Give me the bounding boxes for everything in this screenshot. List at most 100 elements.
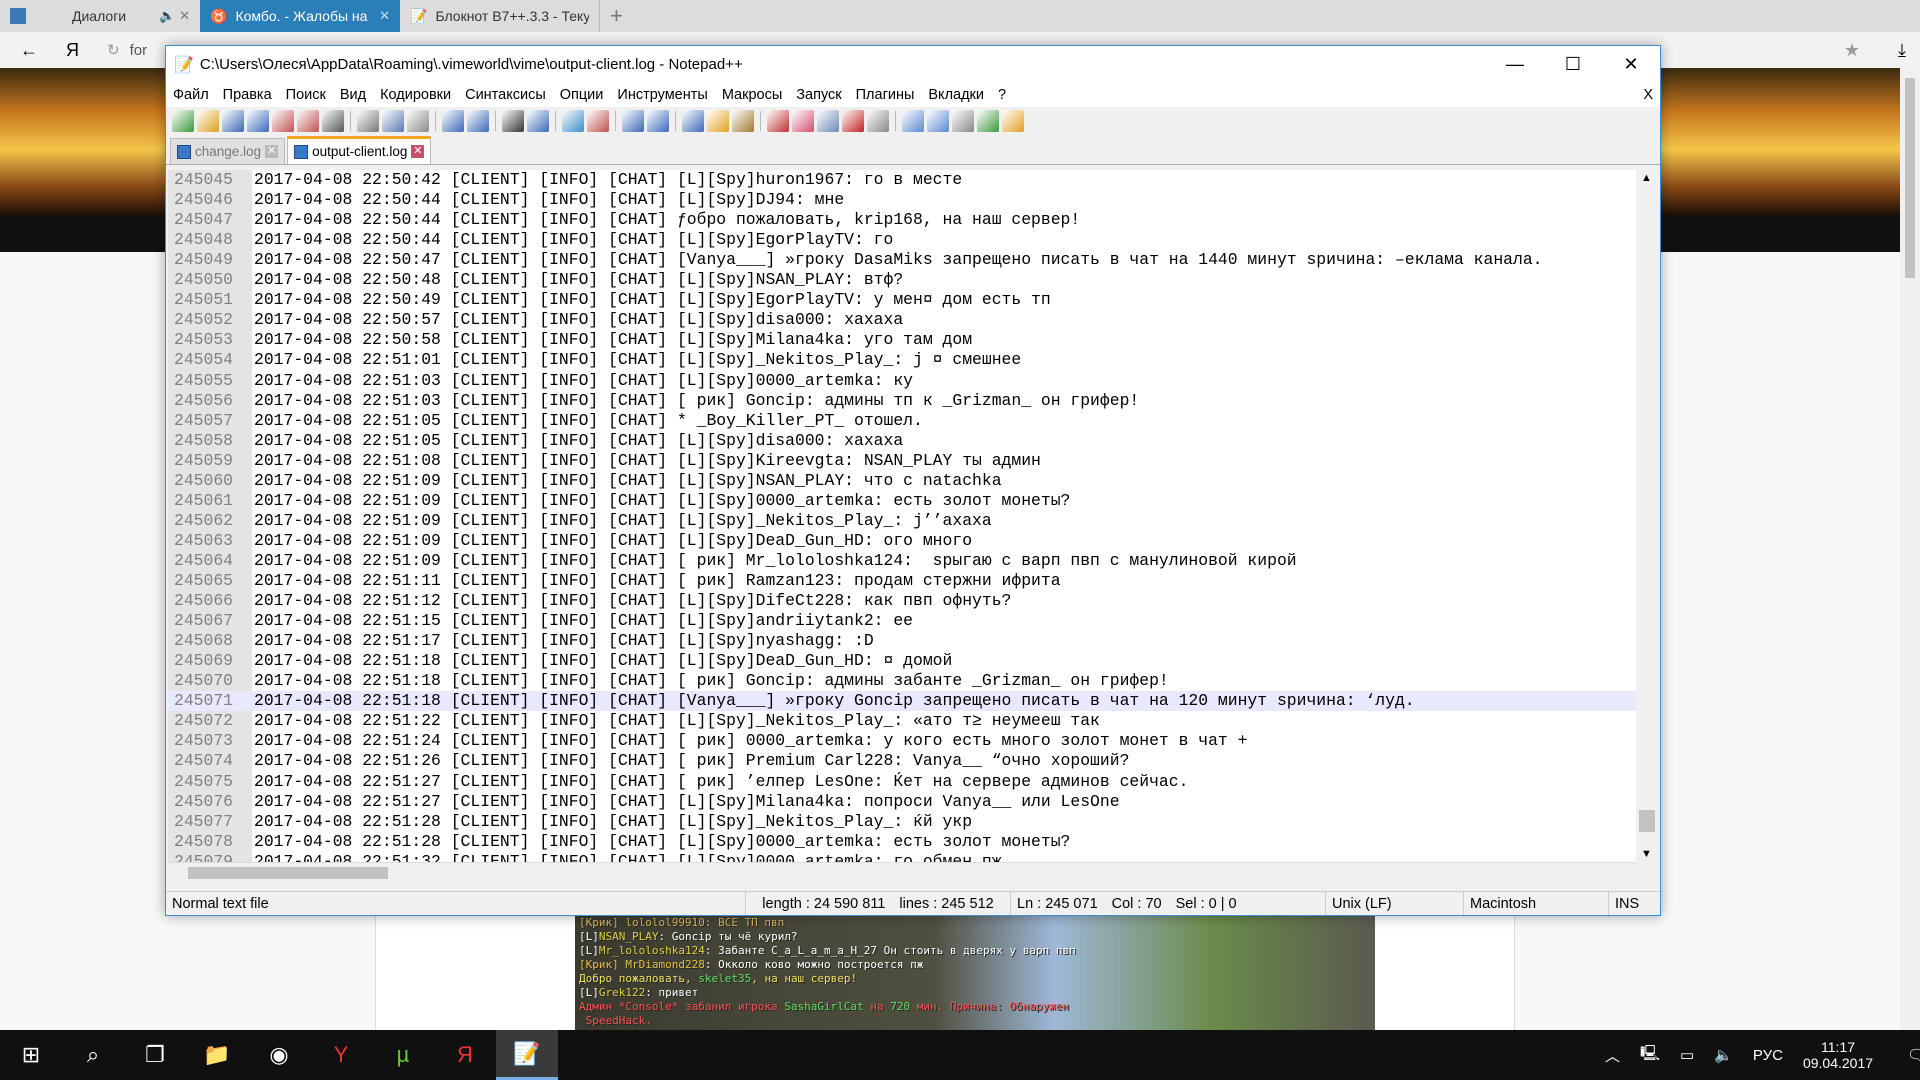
play-macro-icon[interactable] xyxy=(952,110,974,132)
search-icon[interactable]: ⌕ xyxy=(62,1030,124,1080)
text-line[interactable]: 245070 2017-04-08 22:51:18 [CLIENT] [INFO… xyxy=(168,671,1636,691)
horizontal-scrollbar[interactable] xyxy=(168,862,1636,882)
menu-item[interactable]: Кодировки xyxy=(373,87,458,103)
text-line[interactable]: 245068 2017-04-08 22:51:17 [CLIENT] [INFO… xyxy=(168,631,1636,651)
run-macro-multiple-icon[interactable] xyxy=(977,110,999,132)
clock[interactable]: 11:17 09.04.2017 xyxy=(1803,1039,1873,1071)
save-icon[interactable] xyxy=(222,110,244,132)
copy-icon[interactable] xyxy=(382,110,404,132)
text-line[interactable]: 245051 2017-04-08 22:50:49 [CLIENT] [INFO… xyxy=(168,290,1636,310)
text-line[interactable]: 245069 2017-04-08 22:51:18 [CLIENT] [INFO… xyxy=(168,651,1636,671)
monitor-icon[interactable] xyxy=(867,110,889,132)
doc-map-icon[interactable] xyxy=(792,110,814,132)
text-line[interactable]: 245064 2017-04-08 22:51:09 [CLIENT] [INFO… xyxy=(168,551,1636,571)
network-icon[interactable]: 🖳 xyxy=(1640,1043,1660,1068)
sidebar-button[interactable] xyxy=(0,0,40,32)
text-line[interactable]: 245045 2017-04-08 22:50:42 [CLIENT] [INFO… xyxy=(168,170,1636,190)
text-line[interactable]: 245073 2017-04-08 22:51:24 [CLIENT] [INFO… xyxy=(168,731,1636,751)
text-line[interactable]: 245047 2017-04-08 22:50:44 [CLIENT] [INFO… xyxy=(168,210,1636,230)
text-line[interactable]: 245063 2017-04-08 22:51:09 [CLIENT] [INFO… xyxy=(168,531,1636,551)
undo-icon[interactable] xyxy=(442,110,464,132)
close-button[interactable]: ✕ xyxy=(1602,46,1660,83)
redo-icon[interactable] xyxy=(467,110,489,132)
cut-icon[interactable] xyxy=(357,110,379,132)
yandex-icon[interactable]: Я xyxy=(434,1030,496,1080)
notifications-icon[interactable]: 🗨 xyxy=(1907,1046,1920,1064)
text-line[interactable]: 245048 2017-04-08 22:50:44 [CLIENT] [INFO… xyxy=(168,230,1636,250)
text-line[interactable]: 245067 2017-04-08 22:51:15 [CLIENT] [INFO… xyxy=(168,611,1636,631)
volume-icon[interactable]: 🔈 xyxy=(1714,1046,1733,1064)
start-icon[interactable]: ⊞ xyxy=(0,1030,62,1080)
new-file-icon[interactable] xyxy=(172,110,194,132)
show-all-chars-icon[interactable] xyxy=(707,110,729,132)
task-view-icon[interactable]: ❐ xyxy=(124,1030,186,1080)
yandex-browser-icon[interactable]: Y xyxy=(310,1030,372,1080)
file-explorer-icon[interactable]: 📁 xyxy=(186,1030,248,1080)
text-line[interactable]: 245076 2017-04-08 22:51:27 [CLIENT] [INFO… xyxy=(168,792,1636,812)
close-tab-icon[interactable]: ✕ xyxy=(379,8,390,24)
text-line[interactable]: 245059 2017-04-08 22:51:08 [CLIENT] [INFO… xyxy=(168,451,1636,471)
bookmark-icon[interactable]: ★ xyxy=(1844,40,1860,61)
udl-icon[interactable] xyxy=(767,110,789,132)
close-icon[interactable] xyxy=(272,110,294,132)
menu-item[interactable]: Вкладки xyxy=(921,87,991,103)
notepadpp-icon[interactable]: 📝 xyxy=(496,1030,558,1080)
menu-item[interactable]: Поиск xyxy=(279,87,333,103)
battery-icon[interactable]: ▭ xyxy=(1680,1046,1694,1064)
text-line[interactable]: 245079 2017-04-08 22:51:32 [CLIENT] [INFO… xyxy=(168,852,1636,862)
address-input[interactable]: for xyxy=(130,42,148,59)
menu-item[interactable]: Макросы xyxy=(715,87,789,103)
text-line[interactable]: 245077 2017-04-08 22:51:28 [CLIENT] [INFO… xyxy=(168,812,1636,832)
word-wrap-icon[interactable] xyxy=(682,110,704,132)
text-line[interactable]: 245074 2017-04-08 22:51:26 [CLIENT] [INFO… xyxy=(168,751,1636,771)
sync-vertical-icon[interactable] xyxy=(622,110,644,132)
menu-item[interactable]: Синтаксисы xyxy=(458,87,553,103)
menu-item[interactable]: Вид xyxy=(333,87,373,103)
sync-horizontal-icon[interactable] xyxy=(647,110,669,132)
text-line[interactable]: 245053 2017-04-08 22:50:58 [CLIENT] [INFO… xyxy=(168,330,1636,350)
function-list-icon[interactable] xyxy=(817,110,839,132)
new-tab-button[interactable]: + xyxy=(600,0,633,32)
text-line[interactable]: 245058 2017-04-08 22:51:05 [CLIENT] [INFO… xyxy=(168,431,1636,451)
tab-output-client-log[interactable]: output-client.log ✕ xyxy=(287,136,432,164)
reload-icon[interactable]: ↻ xyxy=(107,41,120,59)
menu-item[interactable]: ? xyxy=(991,87,1013,103)
scroll-up-icon[interactable]: ▲ xyxy=(1641,172,1652,184)
menu-item[interactable]: Опции xyxy=(553,87,611,103)
close-tab-icon[interactable]: ✕ xyxy=(411,145,425,158)
browser-tab-kombo[interactable]: ♉ Комбо. - Жалобы на пер ✕ xyxy=(200,0,400,32)
text-line[interactable]: 245052 2017-04-08 22:50:57 [CLIENT] [INFO… xyxy=(168,310,1636,330)
text-line[interactable]: 245065 2017-04-08 22:51:11 [CLIENT] [INFO… xyxy=(168,571,1636,591)
text-line[interactable]: 245050 2017-04-08 22:50:48 [CLIENT] [INFO… xyxy=(168,270,1636,290)
maximize-button[interactable]: ☐ xyxy=(1544,46,1602,83)
zoom-in-icon[interactable] xyxy=(562,110,584,132)
text-editor[interactable]: 245045 2017-04-08 22:50:42 [CLIENT] [INFO… xyxy=(168,170,1636,862)
zoom-out-icon[interactable] xyxy=(587,110,609,132)
close-document-button[interactable]: X xyxy=(1636,87,1660,103)
replace-icon[interactable] xyxy=(527,110,549,132)
steam-icon[interactable]: ◉ xyxy=(248,1030,310,1080)
menu-item[interactable]: Плагины xyxy=(849,87,922,103)
menu-item[interactable]: Инструменты xyxy=(610,87,714,103)
stop-macro-icon[interactable] xyxy=(927,110,949,132)
tab-change-log[interactable]: change.log ✕ xyxy=(170,138,286,164)
text-line[interactable]: 245066 2017-04-08 22:51:12 [CLIENT] [INFO… xyxy=(168,591,1636,611)
utorrent-icon[interactable]: µ xyxy=(372,1030,434,1080)
show-hidden-icons[interactable]: ︿ xyxy=(1605,1045,1620,1066)
text-line[interactable]: 245054 2017-04-08 22:51:01 [CLIENT] [INFO… xyxy=(168,350,1636,370)
scroll-down-icon[interactable]: ▼ xyxy=(1641,848,1652,860)
minimize-button[interactable]: — xyxy=(1486,46,1544,83)
open-file-icon[interactable] xyxy=(197,110,219,132)
menu-item[interactable]: Файл xyxy=(166,87,216,103)
text-line[interactable]: 245055 2017-04-08 22:51:03 [CLIENT] [INFO… xyxy=(168,371,1636,391)
audio-icon[interactable]: 🔈 ✕ xyxy=(159,8,190,24)
record-macro-icon[interactable] xyxy=(902,110,924,132)
find-icon[interactable] xyxy=(502,110,524,132)
page-scrollbar[interactable] xyxy=(1900,68,1920,1030)
yandex-logo[interactable]: Я xyxy=(66,40,79,61)
save-macro-icon[interactable] xyxy=(1002,110,1024,132)
scroll-thumb[interactable] xyxy=(1639,810,1655,832)
vertical-scrollbar[interactable]: ▲ ▼ xyxy=(1636,170,1658,862)
text-line[interactable]: 245062 2017-04-08 22:51:09 [CLIENT] [INFO… xyxy=(168,511,1636,531)
back-icon[interactable]: ← xyxy=(20,40,38,61)
